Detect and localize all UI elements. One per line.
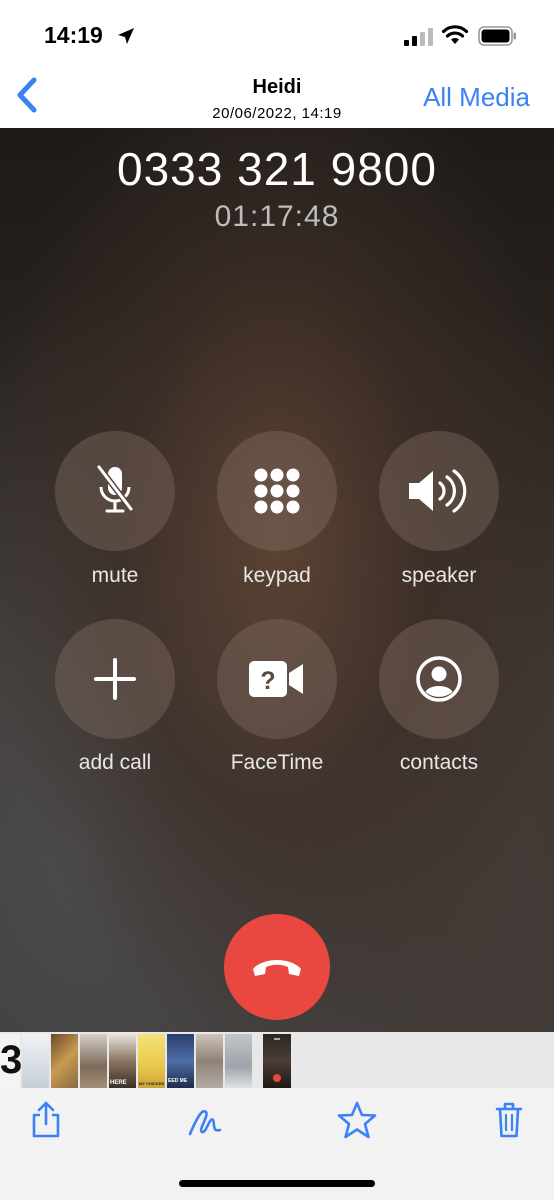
keypad-button[interactable] bbox=[217, 431, 337, 551]
status-bar: 14:19 bbox=[0, 0, 554, 62]
keypad-label: keypad bbox=[243, 564, 311, 587]
call-duration: 01:17:48 bbox=[214, 200, 340, 233]
contacts-button[interactable] bbox=[379, 619, 499, 739]
facetime-button[interactable]: ? bbox=[217, 619, 337, 739]
nav-bar: Heidi 20/06/2022, 14:19 All Media bbox=[0, 62, 554, 128]
filmstrip-thumb[interactable] bbox=[22, 1034, 49, 1088]
filmstrip-thumb[interactable] bbox=[225, 1034, 252, 1088]
filmstrip-thumb[interactable] bbox=[80, 1034, 107, 1088]
cellular-signal-icon bbox=[404, 28, 433, 46]
end-call-button[interactable] bbox=[224, 914, 330, 1020]
filmstrip-thumb[interactable] bbox=[51, 1034, 78, 1088]
speaker-label: speaker bbox=[401, 564, 477, 587]
plus-icon bbox=[94, 658, 136, 700]
markup-pen-icon[interactable] bbox=[186, 1100, 224, 1140]
filmstrip-thumb[interactable]: MY CHICKEN bbox=[138, 1034, 165, 1088]
thumb-text: 3 bbox=[0, 1038, 23, 1082]
mute-label: mute bbox=[91, 564, 139, 587]
wifi-icon bbox=[441, 25, 469, 44]
favorite-star-icon[interactable] bbox=[337, 1100, 377, 1140]
call-screenshot-photo: 0333 321 9800 01:17:48 mute keypad speak… bbox=[0, 128, 554, 1032]
battery-icon bbox=[478, 26, 516, 46]
trash-icon[interactable] bbox=[494, 1100, 524, 1140]
filmstrip-thumb-selected[interactable] bbox=[261, 1032, 293, 1090]
photo-filmstrip: 3 HERE MY CHICKEN EED ME bbox=[0, 1032, 554, 1090]
filmstrip-thumb[interactable]: HERE bbox=[109, 1034, 136, 1088]
share-icon[interactable] bbox=[30, 1100, 62, 1140]
contact-person-icon bbox=[416, 656, 462, 702]
thumb-text: EED ME bbox=[168, 1078, 188, 1084]
location-arrow-icon bbox=[118, 28, 134, 44]
speaker-icon bbox=[409, 469, 467, 513]
filmstrip-thumb[interactable]: 3 bbox=[0, 1034, 23, 1088]
facetime-video-question-icon: ? bbox=[249, 661, 303, 697]
thumb-text: HERE bbox=[110, 1080, 127, 1086]
mute-button[interactable] bbox=[55, 431, 175, 551]
filmstrip-thumb[interactable] bbox=[196, 1034, 223, 1088]
add-call-label: add call bbox=[78, 751, 152, 774]
home-indicator bbox=[179, 1180, 375, 1187]
contacts-label: contacts bbox=[399, 751, 479, 774]
speaker-button[interactable] bbox=[379, 431, 499, 551]
status-time: 14:19 bbox=[44, 22, 103, 48]
keypad-grid-icon bbox=[254, 468, 300, 514]
filmstrip-thumb[interactable]: EED ME bbox=[167, 1034, 194, 1088]
add-call-button[interactable] bbox=[55, 619, 175, 739]
phone-number: 0333 321 9800 bbox=[117, 143, 437, 195]
phone-hangup-icon bbox=[253, 960, 301, 976]
svg-text:?: ? bbox=[260, 667, 275, 695]
all-media-button[interactable]: All Media bbox=[423, 82, 530, 113]
thumb-text: MY CHICKEN bbox=[139, 1081, 165, 1086]
facetime-label: FaceTime bbox=[230, 751, 324, 774]
microphone-slash-icon bbox=[96, 465, 134, 513]
